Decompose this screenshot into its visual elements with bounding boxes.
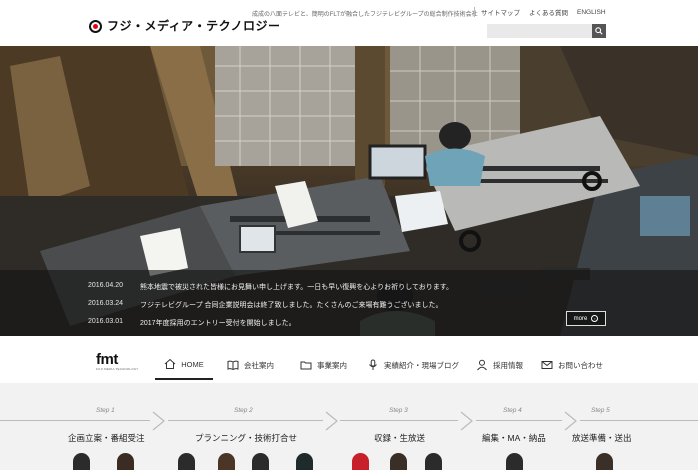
- workflow-steps: [0, 383, 698, 470]
- nav-label: HOME: [181, 359, 204, 369]
- site-header: フジ・メディア・テクノロジー 成成の八面テレビと、簡明のFLTが融合したフジテレ…: [0, 0, 698, 46]
- logo-mark-icon: [88, 18, 103, 33]
- nav-home[interactable]: HOME: [155, 350, 213, 380]
- news-ticker: 2016.04.20 熊本地震で被災された皆様にお見舞い申し上げます。一日も早い…: [0, 270, 698, 336]
- news-date: 2016.03.24: [88, 300, 124, 307]
- nav-contact[interactable]: お問い合わせ: [541, 350, 603, 380]
- step-label: Step 2: [234, 407, 253, 414]
- news-date: 2016.04.20: [88, 282, 124, 289]
- staff-avatar: [73, 453, 90, 470]
- site-tagline: 成成の八面テレビと、簡明のFLTが融合したフジテレビグループの総合制作技術会社: [252, 12, 478, 18]
- nav-label: 採用情報: [493, 360, 523, 370]
- more-label: more: [573, 315, 588, 322]
- book-icon: [227, 360, 239, 371]
- staff-avatar: [425, 453, 442, 470]
- news-more-button[interactable]: more ›: [566, 311, 606, 326]
- news-item[interactable]: 2016.03.24 フジテレビグループ 合同企業説明会は終了致しました。たくさ…: [88, 300, 443, 310]
- step-divider: [168, 420, 323, 421]
- nav-label: 事業案内: [317, 360, 347, 370]
- news-item[interactable]: 2016.03.01 2017年度採用のエントリー受付を開始しました。: [88, 318, 296, 328]
- step-title[interactable]: 編集・MA・納品: [482, 432, 546, 444]
- staff-avatar: [506, 453, 523, 470]
- folder-icon: [300, 361, 312, 370]
- staff-avatar: [390, 453, 407, 470]
- nav-label: 会社案内: [244, 360, 274, 370]
- step-divider: [340, 420, 458, 421]
- staff-avatar: [178, 453, 195, 470]
- mail-icon: [541, 361, 553, 369]
- logo-text: フジ・メディア・テクノロジー: [107, 19, 281, 33]
- sitemap-link[interactable]: サイトマップ: [481, 7, 520, 17]
- step-title[interactable]: 収録・生放送: [374, 432, 425, 444]
- fmt-logo[interactable]: fmt FUJI MEDIA TECHNOLOGY: [96, 351, 139, 371]
- staff-avatar: [252, 453, 269, 470]
- step-title[interactable]: 放送準備・送出: [572, 432, 632, 444]
- staff-avatar: [218, 453, 235, 470]
- utility-nav: サイトマップ よくある質問 ENGLISH: [474, 7, 615, 17]
- step-arrow-icon: [152, 411, 165, 431]
- staff-avatar: [596, 453, 613, 470]
- step-arrow-icon: [325, 411, 338, 431]
- search-button[interactable]: [592, 24, 606, 38]
- news-text: 熊本地震で被災された皆様にお見舞い申し上げます。一日も早い復興を心よりお祈りして…: [140, 284, 454, 291]
- nav-label: お問い合わせ: [558, 360, 603, 370]
- step-label: Step 3: [389, 407, 408, 414]
- step-divider: [580, 420, 698, 421]
- staff-avatar: [352, 453, 369, 470]
- step-label: Step 5: [591, 407, 610, 414]
- home-icon: [164, 358, 176, 369]
- search-box: [487, 24, 606, 38]
- site-logo[interactable]: フジ・メディア・テクノロジー: [88, 17, 280, 34]
- step-title[interactable]: プランニング・技術打合せ: [195, 432, 297, 444]
- hero-image: 2016.04.20 熊本地震で被災された皆様にお見舞い申し上げます。一日も早い…: [0, 46, 698, 336]
- news-date: 2016.03.01: [88, 318, 124, 325]
- staff-avatar: [296, 453, 313, 470]
- step-divider: [0, 420, 150, 421]
- news-item[interactable]: 2016.04.20 熊本地震で被災された皆様にお見舞い申し上げます。一日も早い…: [88, 282, 453, 292]
- fmt-logo-subtext: FUJI MEDIA TECHNOLOGY: [96, 367, 139, 371]
- news-text: 2017年度採用のエントリー受付を開始しました。: [140, 320, 296, 327]
- step-label: Step 1: [96, 407, 115, 414]
- nav-business[interactable]: 事業案内: [300, 350, 347, 380]
- nav-recruit[interactable]: 採用情報: [476, 350, 523, 380]
- english-link[interactable]: ENGLISH: [577, 9, 606, 16]
- person-icon: [477, 359, 487, 371]
- nav-company[interactable]: 会社案内: [227, 350, 274, 380]
- staff-avatar: [117, 453, 134, 470]
- news-text: フジテレビグループ 合同企業説明会は終了致しました。たくさんのご来場有難うござい…: [140, 302, 443, 309]
- nav-label: 実績紹介・現場ブログ: [384, 360, 459, 370]
- search-input[interactable]: [487, 24, 592, 38]
- fmt-logo-text: fmt: [96, 351, 118, 368]
- nav-works-blog[interactable]: 実績紹介・現場ブログ: [367, 350, 459, 380]
- step-arrow-icon: [460, 411, 473, 431]
- step-title[interactable]: 企画立案・番組受注: [68, 432, 145, 444]
- step-arrow-icon: [564, 411, 577, 431]
- utility-divider: [474, 7, 475, 17]
- mic-icon: [369, 359, 377, 370]
- chevron-right-icon: ›: [591, 315, 599, 322]
- step-label: Step 4: [503, 407, 522, 414]
- faq-link[interactable]: よくある質問: [529, 7, 568, 17]
- step-divider: [476, 420, 562, 421]
- search-icon: [595, 27, 603, 35]
